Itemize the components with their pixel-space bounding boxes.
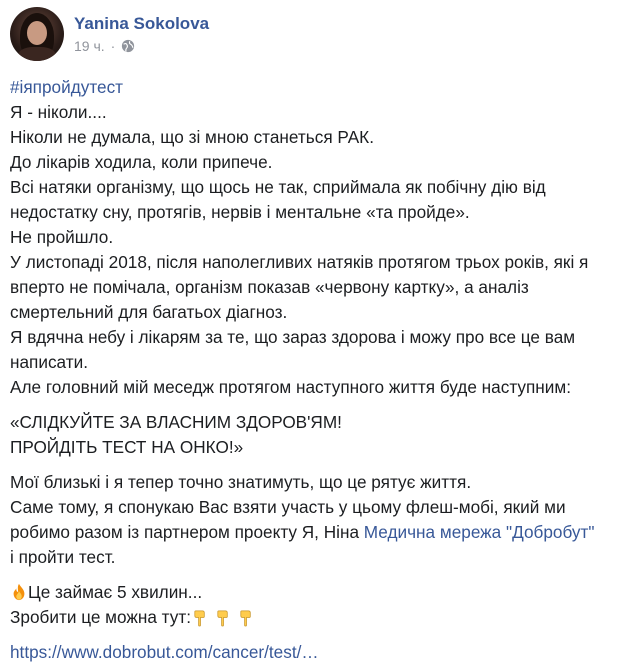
author-avatar[interactable] — [10, 7, 64, 61]
post-header: Yanina Sokolova 19 ч. · — [10, 6, 209, 62]
body-line: смертельний для багатьох діагноз. — [10, 302, 288, 322]
quote-line: ПРОЙДІТЬ ТЕСТ НА ОНКО!» — [10, 437, 244, 457]
body-line: Саме тому, я спонукаю Вас взяти участь у… — [10, 497, 566, 517]
author-name[interactable]: Yanina Sokolova — [74, 13, 209, 35]
body-line: Не пройшло. — [10, 227, 114, 247]
body-line: Я - ніколи.... — [10, 102, 107, 122]
pointing-down-emoji-icon — [194, 610, 205, 627]
post-body: #іяпройдутест Я - ніколи.... Ніколи не д… — [10, 75, 630, 665]
pointing-down-emoji-icon — [240, 610, 251, 627]
body-line: Але головний мій меседж протягом наступн… — [10, 377, 571, 397]
body-line: Ніколи не думала, що зі мною станеться Р… — [10, 127, 374, 147]
test-url-link[interactable]: https://www.dobrobut.com/cancer/test/… — [10, 642, 319, 662]
fire-emoji-icon — [13, 583, 25, 601]
duration-line: Це займає 5 хвилин... — [10, 580, 630, 605]
partner-prefix: робимо разом із партнером проекту Я, Нін… — [10, 522, 364, 542]
body-line: вперто не помічала, організм показав «че… — [10, 277, 529, 297]
partner-page-link[interactable]: Медична мережа "Добробут" — [364, 522, 595, 542]
where-text: Зробити це можна тут: — [10, 607, 191, 627]
partner-line: робимо разом із партнером проекту Я, Нін… — [10, 520, 630, 545]
duration-text: Це займає 5 хвилин... — [28, 582, 203, 602]
body-line: До лікарів ходила, коли припече. — [10, 152, 273, 172]
body-line: і пройти тест. — [10, 547, 116, 567]
body-line: написати. — [10, 352, 88, 372]
where-line: Зробити це можна тут: — [10, 605, 630, 630]
hashtag-link[interactable]: #іяпройдутест — [10, 77, 123, 97]
quote-line: «СЛІДКУЙТЕ ЗА ВЛАСНИМ ЗДОРОВ'ЯМ! — [10, 412, 342, 432]
post-timestamp[interactable]: 19 ч. — [74, 37, 105, 55]
avatar-face — [27, 21, 47, 45]
body-line: Я вдячна небу і лікарям за те, що зараз … — [10, 327, 576, 347]
avatar-shoulders — [18, 47, 56, 61]
body-line: У листопаді 2018, після наполегливих нат… — [10, 252, 589, 272]
body-line: Мої близькі і я тепер точно знатимуть, щ… — [10, 472, 472, 492]
meta-separator: · — [110, 38, 116, 54]
facebook-post: Yanina Sokolova 19 ч. · #іяпройдутест Я … — [0, 0, 642, 664]
body-line: недостатку сну, протягів, нервів і мента… — [10, 202, 470, 222]
post-subline: 19 ч. · — [74, 37, 209, 55]
body-line: Всі натяки організму, що щось не так, сп… — [10, 177, 546, 197]
post-meta: Yanina Sokolova 19 ч. · — [74, 13, 209, 55]
pointing-down-emoji-icon — [217, 610, 228, 627]
globe-icon[interactable] — [121, 39, 135, 53]
